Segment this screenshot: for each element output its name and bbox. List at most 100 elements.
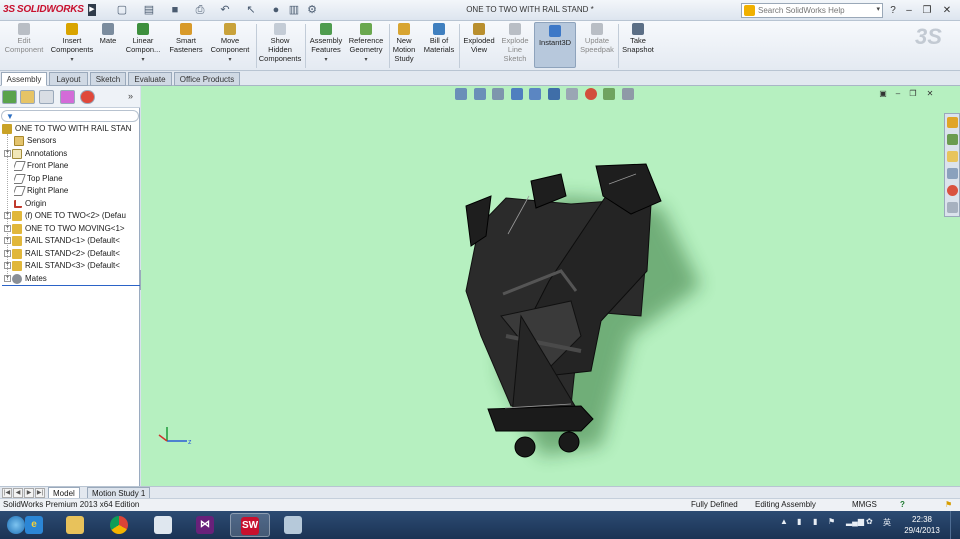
linear-component-caret-icon[interactable]: ▾ [141,57,144,63]
move-component-button[interactable]: Move Component ▾ [208,23,252,65]
tree-item-component[interactable]: + (f) ONE TO TWO<2> (Defau [4,210,126,222]
tab-evaluate[interactable]: Evaluate [128,72,172,86]
menu-arrow-icon[interactable]: ▶ [88,4,96,16]
exploded-view-button[interactable]: Exploded View [461,23,497,54]
last-tab-icon[interactable]: ▶| [35,488,45,498]
mate-button[interactable]: Mate [96,23,120,45]
tray-signal-icon[interactable]: ▂▄▆ [846,517,864,526]
solidworks-logo[interactable]: 3S SOLIDWORKS [3,4,84,15]
instant3d-button[interactable]: Instant3D [534,22,576,68]
tree-item-front-plane[interactable]: Front Plane [14,160,68,172]
reference-geometry-caret-icon[interactable]: ▾ [364,57,367,63]
tab-assembly[interactable]: Assembly [1,72,47,86]
taskbar-solidworks[interactable]: SW [230,513,270,537]
configuration-manager-tab-icon[interactable] [39,90,54,104]
search-dropdown-icon[interactable]: ▾ [876,5,880,13]
tree-root-assembly[interactable]: ONE TO TWO WITH RAIL STAN [2,123,131,135]
move-component-caret-icon[interactable]: ▾ [228,57,231,63]
tree-item-component[interactable]: + ONE TO TWO MOVING<1> [4,223,125,235]
tree-item-top-plane[interactable]: Top Plane [14,173,63,185]
prev-tab-icon[interactable]: ◀ [13,488,23,498]
taskbar-explorer[interactable] [58,513,92,537]
explode-line-sketch-button[interactable]: Explode Line Sketch [499,23,531,63]
minimize-button[interactable]: – [902,4,916,17]
tree-item-component[interactable]: + RAIL STAND<3> (Default< [4,260,120,272]
tree-item-mates[interactable]: + Mates [4,273,47,285]
help-icon[interactable]: ? [886,4,900,17]
update-speedpak-button[interactable]: Update Speedpak [578,23,616,54]
restore-button[interactable]: ❐ [920,4,934,17]
tab-sketch[interactable]: Sketch [90,72,126,86]
tree-filter[interactable]: ▼ [1,110,139,122]
taskbar-clock[interactable]: 22:38 29/4/2013 [902,514,942,536]
feature-manager-tab-icon[interactable] [2,90,17,104]
tray-network-icon[interactable]: ▮ [797,517,801,526]
insert-components-caret-icon[interactable]: ▾ [70,57,73,63]
show-hidden-components-button[interactable]: Show Hidden Components [258,23,302,63]
rebuild-icon[interactable]: ● [267,3,285,18]
tray-settings-icon[interactable]: ✿ [866,517,873,526]
assembly-features-button[interactable]: Assembly Features ▾ [307,23,345,65]
tab-office-products[interactable]: Office Products [174,72,240,86]
select-icon[interactable]: ↖ [242,3,260,18]
expand-icon[interactable]: + [4,275,11,283]
tab-layout[interactable]: Layout [49,72,88,86]
print-icon[interactable]: ⎙ [191,3,209,18]
rebuild-status-icon[interactable]: ⚑ [945,499,952,511]
taskbar-chrome[interactable] [102,513,136,537]
show-desktop-button[interactable] [950,511,960,539]
dimxpert-manager-tab-icon[interactable] [60,90,75,104]
bill-of-materials-button[interactable]: Bill of Materials [421,23,457,54]
expand-icon[interactable]: + [4,250,11,258]
taskbar-app[interactable] [276,513,310,537]
tree-item-origin[interactable]: Origin [14,198,46,210]
tree-item-sensors[interactable]: Sensors [14,135,56,147]
input-method-indicator[interactable]: 英 [883,517,891,528]
expand-icon[interactable]: + [4,212,11,220]
file-properties-icon[interactable]: ▥ [285,3,303,18]
property-manager-tab-icon[interactable] [20,90,35,104]
save-icon[interactable]: ■ [166,3,184,18]
tray-device-icon[interactable]: ▮ [813,517,817,526]
undo-icon[interactable]: ↶ [216,3,234,18]
assembly-features-caret-icon[interactable]: ▾ [324,57,327,63]
linear-component-button[interactable]: Linear Compon... ▾ [122,23,164,65]
next-tab-icon[interactable]: ▶ [24,488,34,498]
taskbar-ie[interactable]: e [17,513,51,537]
help-search-box[interactable]: ▾ [741,3,883,18]
display-manager-tab-icon[interactable] [80,90,95,104]
options-icon[interactable]: ⚙ [303,3,321,18]
new-document-icon[interactable]: ▢ [113,3,131,18]
tray-flag-icon[interactable]: ⚑ [828,517,835,526]
graphics-viewport[interactable]: ▣ – ❐ ✕ z [141,86,960,486]
help-status-icon[interactable]: ? [900,499,905,511]
view-palette-icon[interactable] [947,168,958,179]
units-selector[interactable]: MMGS [852,499,877,511]
reference-geometry-button[interactable]: Reference Geometry ▾ [346,23,386,65]
first-tab-icon[interactable]: |◀ [2,488,12,498]
appearances-icon[interactable] [947,185,958,196]
expand-panel-icon[interactable]: » [128,91,133,101]
tree-item-annotations[interactable]: + Annotations [4,148,67,160]
open-folder-icon[interactable]: ▤ [140,3,158,18]
insert-components-button[interactable]: Insert Components ▾ [50,23,94,65]
assembly-model[interactable] [141,86,960,486]
expand-icon[interactable]: + [4,262,11,270]
close-button[interactable]: ✕ [940,4,954,17]
file-explorer-icon[interactable] [947,151,958,162]
expand-icon[interactable]: + [4,237,11,245]
tray-expand-icon[interactable]: ▲ [780,517,788,526]
expand-icon[interactable]: + [4,150,11,158]
tree-item-component[interactable]: + RAIL STAND<2> (Default< [4,248,120,260]
smart-fasteners-button[interactable]: Smart Fasteners [167,23,205,54]
custom-properties-icon[interactable] [947,202,958,213]
tree-item-component[interactable]: + RAIL STAND<1> (Default< [4,235,120,247]
design-library-icon[interactable] [947,134,958,145]
taskbar-paint[interactable] [146,513,180,537]
tree-item-right-plane[interactable]: Right Plane [14,185,68,197]
edit-component-button[interactable]: Edit Component [3,23,45,54]
take-snapshot-button[interactable]: Take Snapshot [620,23,656,54]
taskbar-visual-studio[interactable]: ⋈ [188,513,222,537]
solidworks-resources-icon[interactable] [947,117,958,128]
new-motion-study-button[interactable]: New Motion Study [391,23,417,63]
